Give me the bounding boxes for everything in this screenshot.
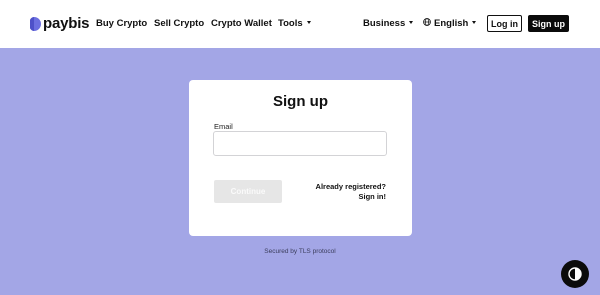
nav-business-label: Business [363, 18, 406, 29]
nav-sell-crypto[interactable]: Sell Crypto [154, 18, 204, 29]
chevron-down-icon [472, 20, 477, 24]
language-selector[interactable]: English [423, 18, 477, 29]
page-title: Sign up [273, 93, 328, 110]
chevron-down-icon [306, 20, 311, 24]
nav-tools-dropdown[interactable]: Tools [278, 18, 311, 29]
nav-tools-label: Tools [278, 18, 303, 29]
top-navigation-bar: paybis Buy Crypto Sell Crypto Crypto Wal… [0, 0, 600, 48]
sign-in-link[interactable]: Sign in! [316, 192, 387, 202]
nav-business-dropdown[interactable]: Business [363, 18, 414, 29]
already-registered-block: Already registered? Sign in! [316, 182, 386, 202]
signup-card: Sign up Email Continue Already registere… [189, 80, 412, 236]
already-registered-text: Already registered? [315, 182, 386, 191]
nav-buy-crypto[interactable]: Buy Crypto [96, 18, 147, 29]
signup-button[interactable]: Sign up [528, 15, 569, 32]
contrast-icon [568, 267, 582, 281]
email-field[interactable] [213, 131, 387, 156]
paybis-logo-icon [30, 16, 41, 31]
nav-crypto-wallet[interactable]: Crypto Wallet [211, 18, 272, 29]
language-label: English [434, 18, 469, 29]
continue-button[interactable]: Continue [214, 180, 282, 203]
security-note: Secured by TLS protocol [264, 248, 336, 255]
paybis-logo[interactable]: paybis [30, 15, 90, 32]
globe-icon [423, 18, 431, 27]
brand-name: paybis [43, 15, 90, 32]
theme-toggle-button[interactable] [561, 260, 589, 288]
login-button[interactable]: Log in [487, 15, 522, 32]
email-label: Email [214, 122, 233, 131]
chevron-down-icon [409, 20, 414, 24]
